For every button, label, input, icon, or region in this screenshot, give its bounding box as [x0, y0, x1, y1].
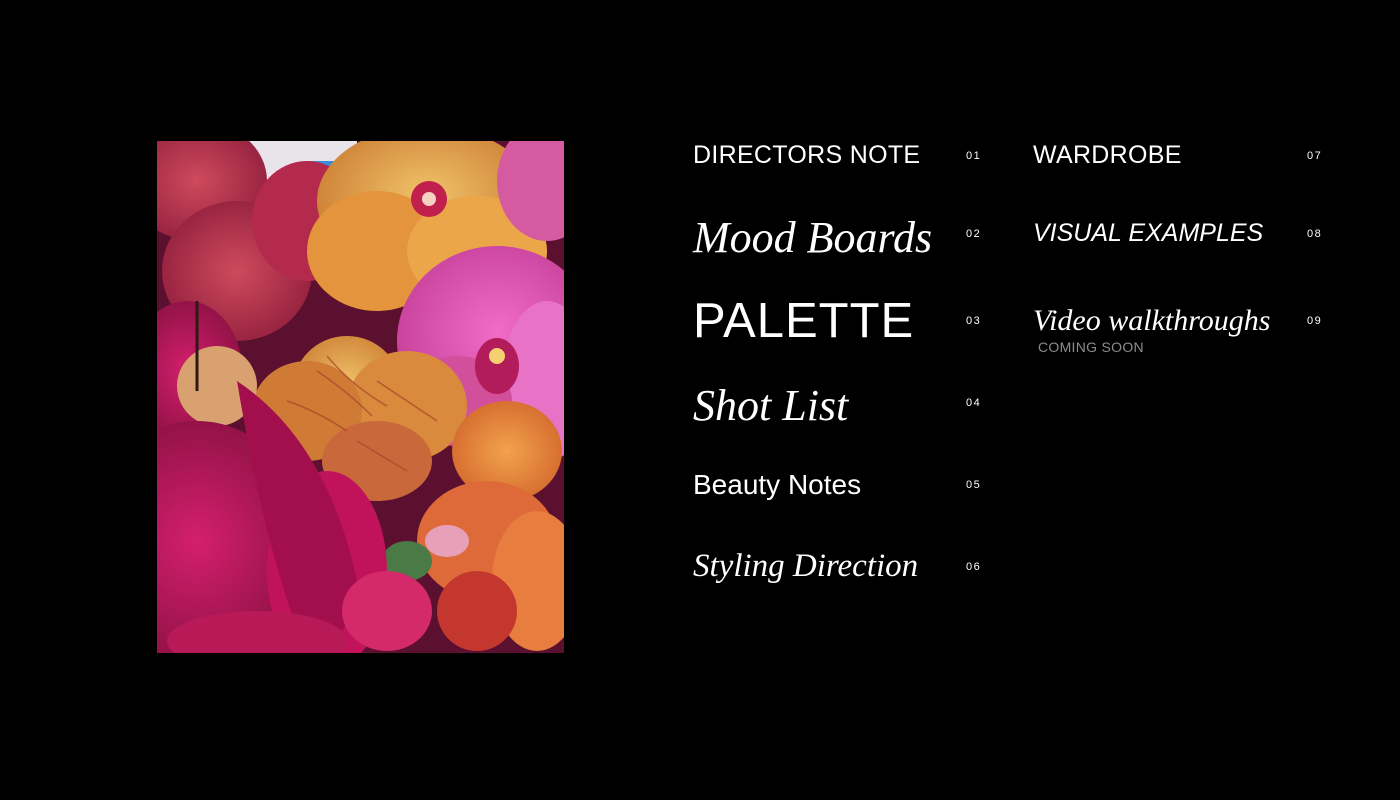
- menu-item-number: 05: [966, 479, 982, 491]
- menu-item-label: PALETTE: [693, 294, 915, 348]
- menu-item-mood-boards[interactable]: Mood Boards: [693, 212, 932, 263]
- menu-item-number: 08: [1307, 228, 1323, 240]
- menu-item-label: DIRECTORS NOTE: [693, 141, 921, 169]
- menu-item-number: 03: [966, 315, 982, 327]
- orchid-illustration: [157, 141, 564, 653]
- menu-item-beauty-notes[interactable]: Beauty Notes: [693, 469, 861, 501]
- menu-item-directors-note[interactable]: DIRECTORS NOTE: [693, 141, 920, 170]
- menu-item-label: VISUAL EXAMPLES: [1033, 219, 1264, 247]
- menu-item-number: 02: [966, 228, 982, 240]
- menu-item-number: 04: [966, 397, 982, 409]
- menu-item-number: 09: [1307, 315, 1323, 327]
- menu-item-video-walkthroughs[interactable]: Video walkthroughs: [1033, 304, 1270, 338]
- menu-item-label: Mood Boards: [693, 213, 933, 262]
- menu-item-number: 01: [966, 150, 982, 162]
- menu-item-visual-examples[interactable]: VISUAL EXAMPLES: [1033, 219, 1263, 248]
- menu-item-number: 07: [1307, 150, 1323, 162]
- menu-item-label: Styling Direction: [693, 548, 919, 584]
- menu-item-label: Shot List: [693, 381, 849, 430]
- menu-item-styling-direction[interactable]: Styling Direction: [693, 548, 918, 585]
- menu-item-label: Video walkthroughs: [1033, 304, 1271, 337]
- menu-item-number: 06: [966, 561, 982, 573]
- menu-item-shot-list[interactable]: Shot List: [693, 380, 848, 431]
- menu-item-palette[interactable]: PALETTE: [693, 293, 914, 349]
- menu-item-label: WARDROBE: [1033, 141, 1182, 169]
- coming-soon-note: COMING SOON: [1038, 339, 1144, 355]
- menu-item-wardrobe[interactable]: WARDROBE: [1033, 141, 1182, 170]
- page: DIRECTORS NOTE 01 Mood Boards 02 PALETTE…: [0, 0, 1400, 800]
- orchid-photo: [157, 141, 564, 653]
- menu-item-label: Beauty Notes: [693, 469, 862, 500]
